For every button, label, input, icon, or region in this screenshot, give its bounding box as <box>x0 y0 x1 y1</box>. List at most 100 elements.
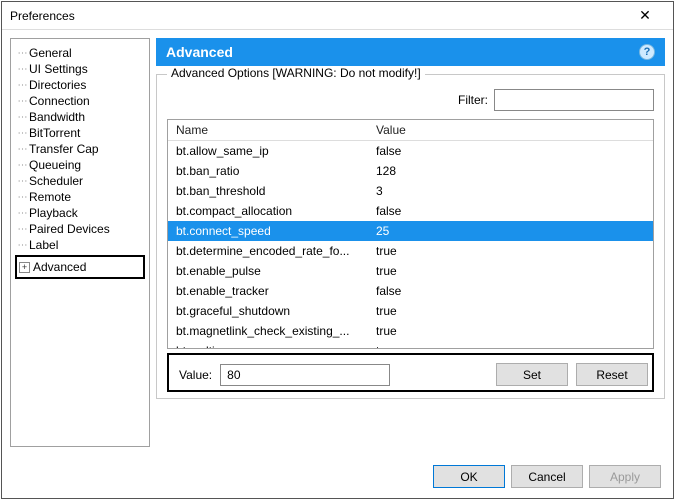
filter-input[interactable] <box>494 89 654 111</box>
sidebar-item-directories[interactable]: ⋯Directories <box>15 77 145 93</box>
cell-value: true <box>368 301 653 321</box>
sidebar-item-label: Paired Devices <box>29 222 110 236</box>
cell-value: true <box>368 261 653 281</box>
cell-name: bt.magnetlink_check_existing_... <box>168 321 368 341</box>
table-row[interactable]: bt.connect_speed25 <box>168 221 653 241</box>
sidebar-item-label: Directories <box>29 78 86 92</box>
tree-connector-icon: ⋯ <box>15 96 29 107</box>
sidebar-item-queueing[interactable]: ⋯Queueing <box>15 157 145 173</box>
table-row[interactable]: bt.enable_pulsetrue <box>168 261 653 281</box>
cell-name: bt.graceful_shutdown <box>168 301 368 321</box>
set-button[interactable]: Set <box>496 363 568 386</box>
filter-label: Filter: <box>458 93 488 107</box>
sidebar-item-paired-devices[interactable]: ⋯Paired Devices <box>15 221 145 237</box>
table-row[interactable]: bt.multiscrapetrue <box>168 341 653 348</box>
cell-value: false <box>368 141 653 161</box>
tree-connector-icon: ⋯ <box>15 224 29 235</box>
cell-name: bt.connect_speed <box>168 221 368 241</box>
sidebar-item-label: Playback <box>29 206 78 220</box>
sidebar-item-label: Remote <box>29 190 71 204</box>
cell-value: 3 <box>368 181 653 201</box>
tree-connector-icon: ⋯ <box>15 192 29 203</box>
expand-icon[interactable]: + <box>19 262 30 273</box>
sidebar-item-label: Advanced <box>33 260 86 274</box>
window-title: Preferences <box>10 9 625 23</box>
list-body[interactable]: bt.allow_same_ipfalsebt.ban_ratio128bt.b… <box>168 141 653 348</box>
sidebar-item-remote[interactable]: ⋯Remote <box>15 189 145 205</box>
table-row[interactable]: bt.ban_ratio128 <box>168 161 653 181</box>
ok-button[interactable]: OK <box>433 465 505 488</box>
value-input[interactable] <box>220 364 390 386</box>
group-label: Advanced Options [WARNING: Do not modify… <box>167 66 425 80</box>
titlebar: Preferences ✕ <box>2 2 673 30</box>
cell-value: 25 <box>368 221 653 241</box>
section-title: Advanced <box>166 44 233 60</box>
sidebar-item-general[interactable]: ⋯General <box>15 45 145 61</box>
table-row[interactable]: bt.enable_trackerfalse <box>168 281 653 301</box>
table-row[interactable]: bt.ban_threshold3 <box>168 181 653 201</box>
sidebar-item-label[interactable]: ⋯Label <box>15 237 145 253</box>
sidebar-item-scheduler[interactable]: ⋯Scheduler <box>15 173 145 189</box>
tree-connector-icon: ⋯ <box>15 176 29 187</box>
sidebar-item-label: General <box>29 46 72 60</box>
table-row[interactable]: bt.magnetlink_check_existing_...true <box>168 321 653 341</box>
section-header: Advanced ? <box>156 38 665 66</box>
sidebar-item-label: Bandwidth <box>29 110 85 124</box>
sidebar-item-transfer-cap[interactable]: ⋯Transfer Cap <box>15 141 145 157</box>
cell-value: false <box>368 201 653 221</box>
sidebar-item-bandwidth[interactable]: ⋯Bandwidth <box>15 109 145 125</box>
cell-name: bt.ban_ratio <box>168 161 368 181</box>
cell-value: false <box>368 281 653 301</box>
tree-connector-icon: ⋯ <box>15 128 29 139</box>
tree-connector-icon: ⋯ <box>15 144 29 155</box>
cell-name: bt.enable_tracker <box>168 281 368 301</box>
advanced-options-group: Advanced Options [WARNING: Do not modify… <box>156 74 665 399</box>
cell-name: bt.enable_pulse <box>168 261 368 281</box>
tree-connector-icon: ⋯ <box>15 208 29 219</box>
cell-name: bt.multiscrape <box>168 341 368 348</box>
sidebar-tree: ⋯General⋯UI Settings⋯Directories⋯Connect… <box>10 38 150 447</box>
tree-connector-icon: ⋯ <box>15 240 29 251</box>
sidebar-item-connection[interactable]: ⋯Connection <box>15 93 145 109</box>
table-row[interactable]: bt.allow_same_ipfalse <box>168 141 653 161</box>
preferences-window: Preferences ✕ ⋯General⋯UI Settings⋯Direc… <box>1 1 674 499</box>
options-list: Name Value bt.allow_same_ipfalsebt.ban_r… <box>167 119 654 349</box>
table-row[interactable]: bt.determine_encoded_rate_fo...true <box>168 241 653 261</box>
column-header-name[interactable]: Name <box>168 120 368 140</box>
close-button[interactable]: ✕ <box>625 2 665 30</box>
value-editor: Value: Set Reset <box>167 353 654 392</box>
sidebar-item-label: UI Settings <box>29 62 88 76</box>
sidebar-item-label: Transfer Cap <box>29 142 99 156</box>
cell-name: bt.compact_allocation <box>168 201 368 221</box>
filter-row: Filter: <box>167 83 654 117</box>
column-header-value[interactable]: Value <box>368 120 653 140</box>
tree-connector-icon: ⋯ <box>15 80 29 91</box>
tree-connector-icon: ⋯ <box>15 112 29 123</box>
sidebar-item-playback[interactable]: ⋯Playback <box>15 205 145 221</box>
sidebar-item-label: Label <box>29 238 58 252</box>
cell-name: bt.determine_encoded_rate_fo... <box>168 241 368 261</box>
cell-value: true <box>368 321 653 341</box>
sidebar-item-ui-settings[interactable]: ⋯UI Settings <box>15 61 145 77</box>
sidebar-item-label: Scheduler <box>29 174 83 188</box>
table-row[interactable]: bt.compact_allocationfalse <box>168 201 653 221</box>
dialog-body: ⋯General⋯UI Settings⋯Directories⋯Connect… <box>2 30 673 455</box>
reset-button[interactable]: Reset <box>576 363 648 386</box>
apply-button[interactable]: Apply <box>589 465 661 488</box>
main-panel: Advanced ? Advanced Options [WARNING: Do… <box>156 38 665 447</box>
cell-value: true <box>368 241 653 261</box>
cell-value: true <box>368 341 653 348</box>
cancel-button[interactable]: Cancel <box>511 465 583 488</box>
table-row[interactable]: bt.graceful_shutdowntrue <box>168 301 653 321</box>
tree-connector-icon: ⋯ <box>15 64 29 75</box>
sidebar-item-label: Connection <box>29 94 90 108</box>
close-icon: ✕ <box>639 7 651 24</box>
sidebar-item-label: BitTorrent <box>29 126 80 140</box>
cell-name: bt.ban_threshold <box>168 181 368 201</box>
tree-connector-icon: ⋯ <box>15 48 29 59</box>
sidebar-item-bittorrent[interactable]: ⋯BitTorrent <box>15 125 145 141</box>
value-label: Value: <box>173 368 212 382</box>
help-icon[interactable]: ? <box>639 44 655 60</box>
sidebar-item-advanced[interactable]: +Advanced <box>15 255 145 279</box>
cell-name: bt.allow_same_ip <box>168 141 368 161</box>
